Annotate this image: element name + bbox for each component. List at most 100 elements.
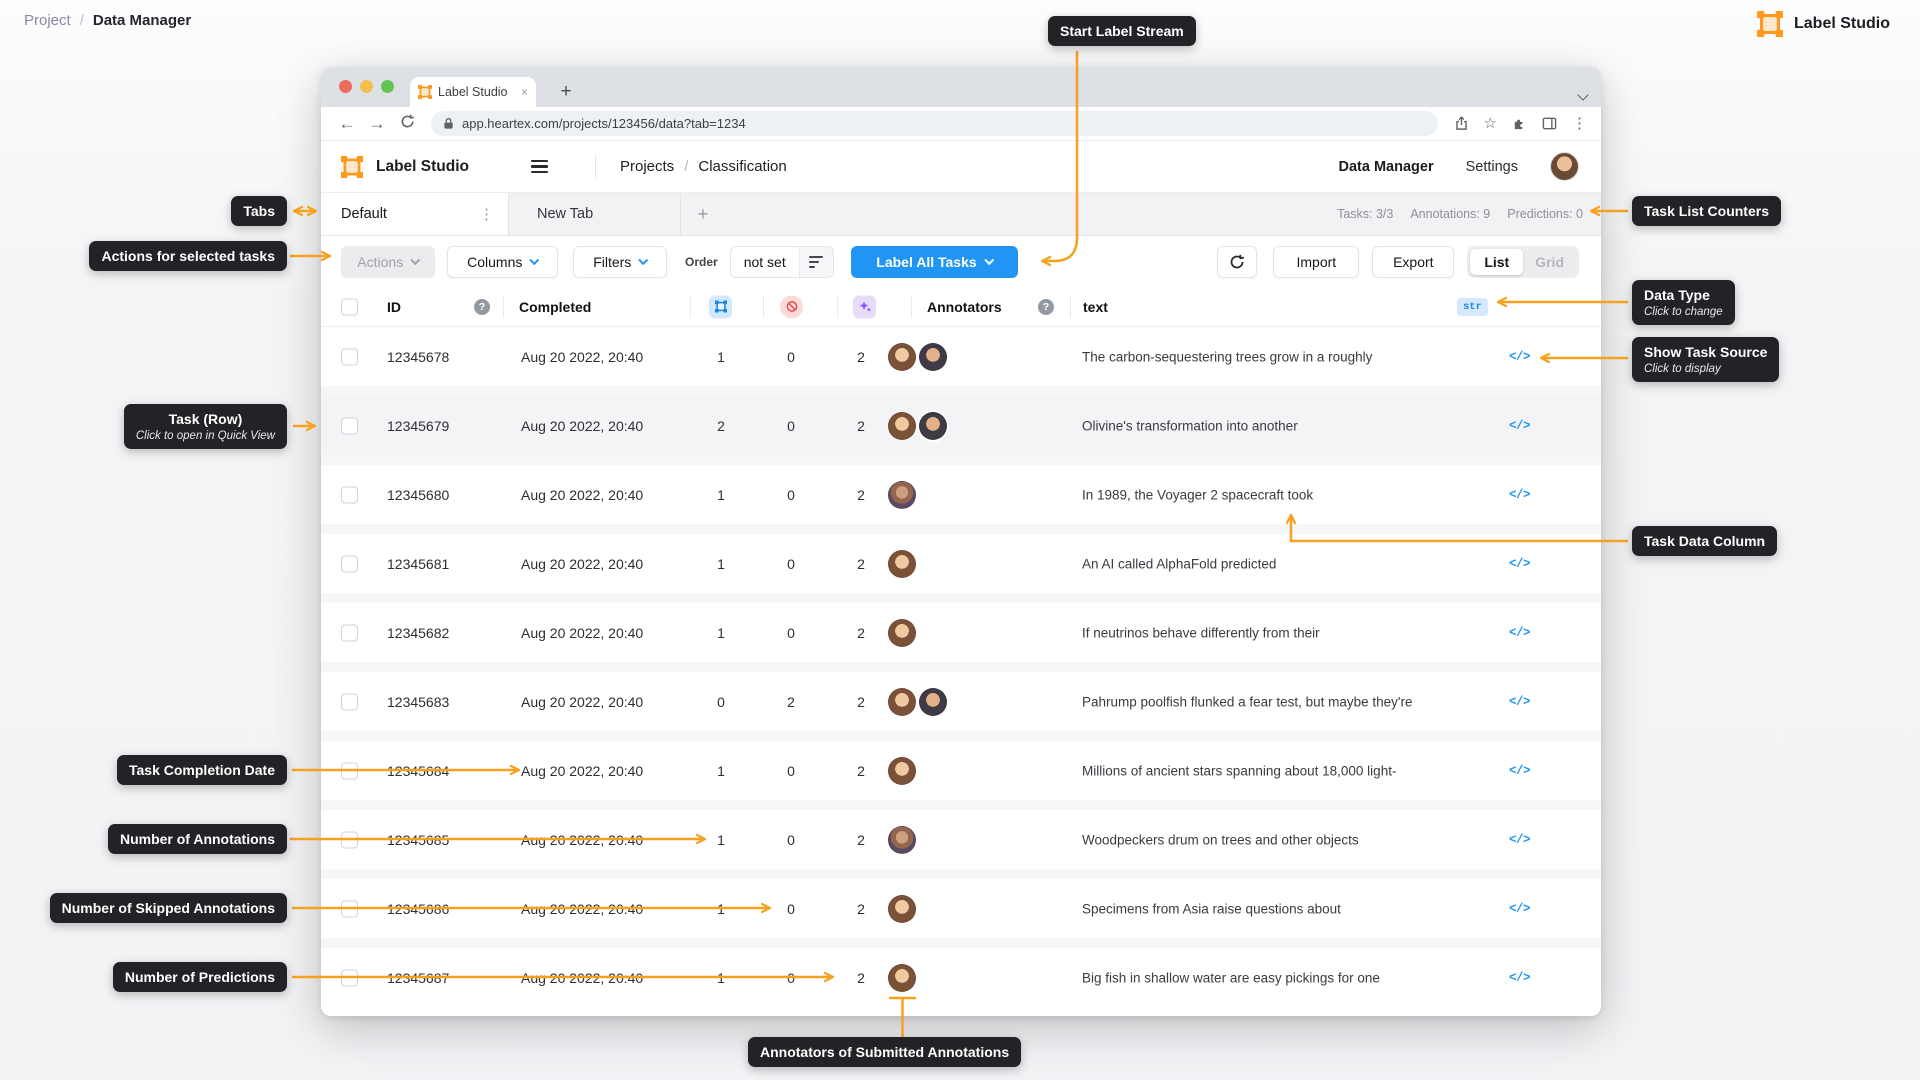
table-row[interactable]: 12345687 Aug 20 2022, 20:40 1 0 2 Big fi… (321, 938, 1601, 1007)
show-task-source-icon[interactable]: </> (1509, 971, 1531, 985)
predictions-column-icon[interactable] (853, 295, 876, 318)
show-task-source-icon[interactable]: </> (1509, 419, 1531, 433)
breadcrumb: Project / Data Manager (24, 12, 191, 29)
table-row[interactable]: 12345686 Aug 20 2022, 20:40 1 0 2 Specim… (321, 869, 1601, 938)
row-checkbox[interactable] (341, 417, 358, 434)
task-id: 12345685 (387, 831, 450, 848)
actions-button[interactable]: Actions (341, 245, 435, 278)
breadcrumb-parent[interactable]: Project (24, 12, 71, 29)
row-checkbox[interactable] (341, 348, 358, 365)
show-task-source-icon[interactable]: </> (1509, 488, 1531, 502)
row-checkbox[interactable] (341, 624, 358, 641)
extensions-puzzle-icon[interactable] (1512, 116, 1527, 131)
task-completed-date: Aug 20 2022, 20:40 (521, 831, 644, 848)
row-checkbox[interactable] (341, 831, 358, 848)
table-row[interactable]: 12345680 Aug 20 2022, 20:40 1 0 2 In 198… (321, 455, 1601, 524)
table-row[interactable]: 12345683 Aug 20 2022, 20:40 0 2 2 Pahrum… (321, 662, 1601, 731)
nav-projects[interactable]: Projects (620, 158, 674, 175)
select-all-checkbox[interactable] (341, 298, 358, 315)
column-text[interactable]: text (1083, 299, 1108, 315)
browser-menu-kebab-icon[interactable]: ⋮ (1572, 116, 1587, 131)
import-button[interactable]: Import (1273, 245, 1360, 278)
tab-options-kebab-icon[interactable]: ⋮ (479, 207, 494, 222)
reload-icon[interactable] (395, 114, 419, 134)
table-row[interactable]: 12345681 Aug 20 2022, 20:40 1 0 2 An AI … (321, 524, 1601, 593)
share-icon[interactable] (1454, 116, 1469, 131)
side-panel-icon[interactable] (1542, 116, 1557, 131)
header-divider (595, 154, 596, 179)
callout-task-row: Task (Row) Click to open in Quick View (123, 404, 287, 449)
row-checkbox[interactable] (341, 555, 358, 572)
page-brand: Label Studio (1757, 11, 1890, 37)
show-task-source-icon[interactable]: </> (1509, 350, 1531, 364)
tab-search-chevron-icon[interactable] (1577, 89, 1589, 101)
columns-button[interactable]: Columns (447, 245, 558, 278)
app-logo-icon[interactable] (341, 155, 363, 178)
browser-tab[interactable]: Label Studio × (410, 77, 536, 107)
annotators-help-icon[interactable]: ? (1038, 298, 1054, 315)
annotations-column-icon[interactable] (709, 295, 732, 318)
tab-new-tab[interactable]: New Tab (509, 193, 681, 235)
callout-annotators-of-submitted-annotations: Annotators of Submitted Annotations (748, 1037, 1022, 1067)
tab-default[interactable]: Default ⋮ (321, 193, 509, 235)
avatar (919, 342, 947, 371)
data-type-badge[interactable]: str (1457, 297, 1488, 316)
show-task-source-icon[interactable]: </> (1509, 695, 1531, 709)
row-checkbox[interactable] (341, 486, 358, 503)
column-id[interactable]: ID (387, 299, 401, 315)
export-button[interactable]: Export (1372, 245, 1455, 278)
add-tab-button[interactable]: + (681, 193, 725, 235)
label-all-tasks-button[interactable]: Label All Tasks (850, 245, 1018, 278)
row-checkbox[interactable] (341, 762, 358, 779)
hamburger-menu-icon[interactable] (531, 159, 548, 174)
forward-icon[interactable]: → (365, 114, 389, 134)
show-task-source-icon[interactable]: </> (1509, 626, 1531, 640)
view-list-button[interactable]: List (1470, 248, 1524, 275)
column-completed[interactable]: Completed (519, 299, 591, 315)
refresh-button[interactable] (1217, 245, 1258, 278)
close-tab-icon[interactable]: × (521, 85, 528, 99)
column-annotators[interactable]: Annotators (927, 299, 1002, 315)
row-checkbox[interactable] (341, 693, 358, 710)
callout-number-of-annotations: Number of Annotations (107, 824, 287, 854)
task-id: 12345683 (387, 693, 450, 710)
maximize-window-button[interactable] (381, 80, 394, 93)
predictions-count: 2 (857, 555, 865, 572)
task-completed-date: Aug 20 2022, 20:40 (521, 486, 644, 503)
id-help-icon[interactable]: ? (474, 298, 490, 315)
show-task-source-icon[interactable]: </> (1509, 557, 1531, 571)
back-icon[interactable]: ← (335, 114, 359, 134)
row-checkbox[interactable] (341, 969, 358, 986)
show-task-source-icon[interactable]: </> (1509, 764, 1531, 778)
menu-data-manager[interactable]: Data Manager (1339, 159, 1434, 175)
table-row[interactable]: 12345684 Aug 20 2022, 20:40 1 0 2 Millio… (321, 731, 1601, 800)
menu-settings[interactable]: Settings (1466, 159, 1518, 175)
user-avatar[interactable] (1550, 152, 1579, 181)
order-value-button[interactable]: not set (729, 245, 834, 278)
skipped-column-icon[interactable] (780, 295, 803, 318)
bookmark-star-icon[interactable]: ☆ (1484, 116, 1497, 131)
table-row[interactable]: 12345678 Aug 20 2022, 20:40 1 0 2 The ca… (321, 327, 1601, 386)
close-window-button[interactable] (339, 80, 352, 93)
task-text: The carbon-sequestering trees grow in a … (1082, 349, 1373, 364)
filters-button[interactable]: Filters (573, 245, 667, 278)
row-checkbox[interactable] (341, 900, 358, 917)
new-tab-button[interactable]: + (553, 79, 579, 105)
show-task-source-icon[interactable]: </> (1509, 902, 1531, 916)
sort-order-icon[interactable] (798, 246, 833, 277)
callout-number-of-predictions: Number of Predictions (112, 962, 287, 992)
table-row[interactable]: 12345679 Aug 20 2022, 20:40 2 0 2 Olivin… (321, 386, 1601, 455)
annotations-count: 1 (717, 900, 725, 917)
address-bar[interactable]: app.heartex.com/projects/123456/data?tab… (431, 111, 1438, 136)
predictions-count: 2 (857, 900, 865, 917)
view-grid-button[interactable]: Grid (1523, 254, 1576, 270)
avatar (888, 756, 916, 785)
task-text: In 1989, the Voyager 2 spacecraft took (1082, 487, 1314, 502)
counter-annotations: Annotations: 9 (1410, 207, 1491, 221)
skipped-count: 0 (787, 348, 795, 365)
minimize-window-button[interactable] (360, 80, 373, 93)
task-text: Millions of ancient stars spanning about… (1082, 763, 1397, 778)
table-row[interactable]: 12345682 Aug 20 2022, 20:40 1 0 2 If neu… (321, 593, 1601, 662)
table-row[interactable]: 12345685 Aug 20 2022, 20:40 1 0 2 Woodpe… (321, 800, 1601, 869)
show-task-source-icon[interactable]: </> (1509, 833, 1531, 847)
